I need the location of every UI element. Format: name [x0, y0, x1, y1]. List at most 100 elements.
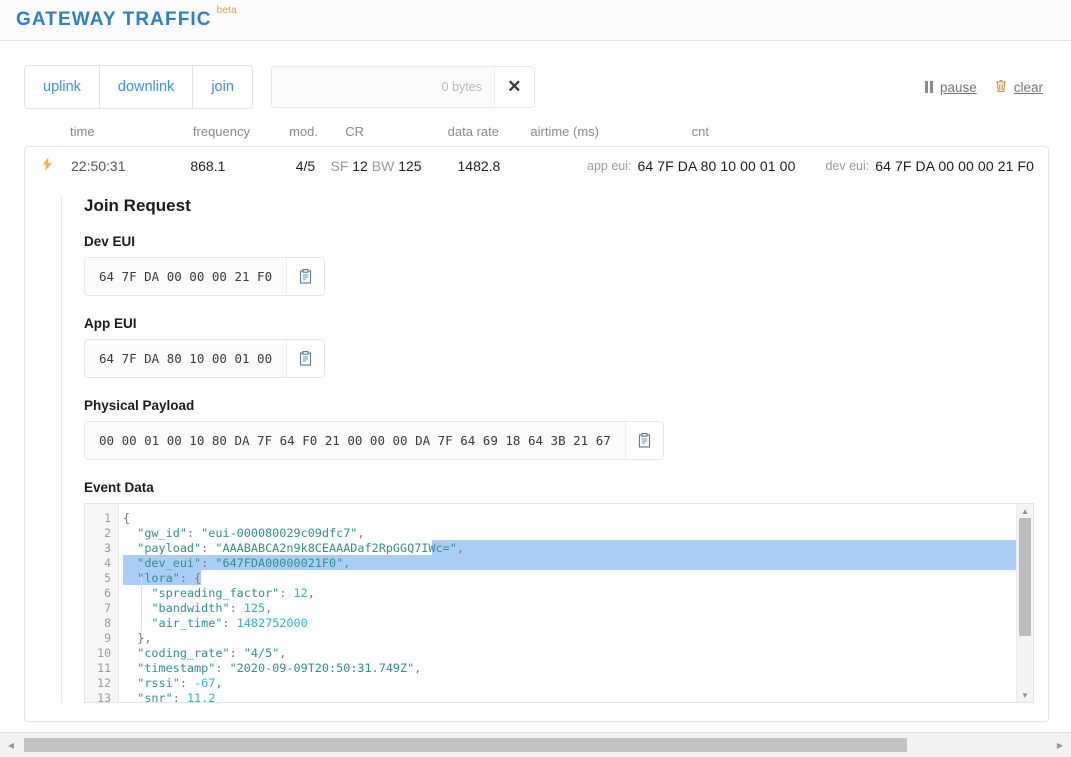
column-header-time: time [70, 124, 95, 139]
app-eui-value: 64 7F DA 80 10 00 01 00 [85, 340, 287, 377]
content-area: uplink downlink join ✕ pause [0, 42, 1071, 722]
clear-label: clear [1013, 79, 1043, 95]
code-line: "snr": 11.2 [137, 691, 216, 702]
row-app-eui-value: 64 7F DA 80 10 00 01 00 [637, 157, 796, 174]
line-number: 2 [104, 526, 111, 540]
app-title: GATEWAY TRAFFIC [16, 9, 212, 30]
row-dev-eui-value: 64 7F DA 00 00 00 21 F0 [875, 157, 1034, 174]
code-line: "dev_eui": "647FDA00000021F0", [137, 556, 351, 570]
row-eui-block: app eui: 64 7F DA 80 10 00 01 00 dev eui… [587, 158, 1034, 174]
bw-label: BW [371, 157, 395, 174]
traffic-card: 22:50:31 868.1 4/5 SF 12 BW 125 1482.8 a… [24, 146, 1049, 722]
table-row[interactable]: 22:50:31 868.1 4/5 SF 12 BW 125 1482.8 a… [25, 147, 1048, 184]
line-number: 3 [104, 541, 111, 555]
scroll-right-arrow[interactable]: ▶ [1049, 741, 1071, 750]
scroll-down-arrow[interactable]: ▼ [1017, 688, 1033, 702]
copy-payload-button[interactable] [624, 422, 663, 459]
code-line: "rssi": -67, [137, 676, 223, 690]
physical-payload-value: 00 00 01 00 10 80 DA 7F 64 F0 21 00 00 0… [85, 422, 625, 459]
vertical-scroll-thumb[interactable] [1019, 518, 1031, 636]
pause-button[interactable]: pause [924, 79, 977, 95]
editor-code-area[interactable]: { "gw_id": "eui-000080029c09dfc7", "payl… [119, 504, 1016, 702]
scroll-left-arrow[interactable]: ◀ [0, 741, 22, 750]
message-detail-panel: Join Request Dev EUI 64 7F DA 00 00 00 2… [25, 184, 1048, 721]
beta-badge: beta [216, 5, 237, 16]
line-number: 4 [104, 556, 111, 570]
column-header-data-rate: data rate [447, 124, 499, 139]
toolbar-actions: pause clear [924, 79, 1049, 95]
app-eui-label: App EUI [84, 316, 137, 331]
code-line: "timestamp": "2020-09-09T20:50:31.749Z", [137, 661, 422, 675]
scroll-up-arrow[interactable]: ▲ [1017, 504, 1033, 518]
copy-app-eui-button[interactable] [286, 340, 325, 377]
bw-value: 125 [398, 157, 422, 174]
code-line: "coding_rate": "4/5", [137, 646, 287, 660]
app-header: GATEWAY TRAFFIC beta [0, 0, 1071, 41]
line-number: 1 [104, 511, 111, 525]
pause-label: pause [939, 79, 977, 95]
dev-eui-label: Dev EUI [84, 234, 136, 249]
line-number: 8 [104, 616, 111, 630]
detail-title: Join Request [84, 196, 191, 215]
sf-label: SF [330, 157, 349, 174]
code-line: "payload": "AAABABCA2n9k8CEAAADaf2RpGGQ7… [137, 541, 464, 555]
row-dev-eui-label: dev eui: [825, 158, 870, 173]
filter-uplink-button[interactable]: uplink [25, 66, 100, 108]
cell-data-rate: SF 12 BW 125 [315, 158, 421, 174]
payload-filter-wrap: ✕ [270, 66, 535, 108]
clear-filter-button[interactable]: ✕ [493, 67, 534, 107]
traffic-toolbar: uplink downlink join ✕ pause [24, 65, 1049, 109]
message-detail-inner: Join Request Dev EUI 64 7F DA 00 00 00 2… [61, 196, 1034, 703]
line-number: 5 [104, 571, 111, 585]
code-line: }, [137, 631, 152, 645]
clipboard-icon [299, 269, 312, 284]
column-header-mod: mod. [289, 124, 318, 139]
column-header-airtime: airtime (ms) [530, 124, 599, 139]
clear-button[interactable]: clear [995, 79, 1043, 95]
cell-frequency: 868.1 [190, 157, 226, 174]
horizontal-scroll-track[interactable] [22, 738, 1049, 752]
line-number: 12 [97, 676, 111, 690]
payload-filter-input[interactable] [271, 67, 494, 107]
editor-gutter: 1 2 3 4 5 6 7 8 9 10 11 12 13 [85, 504, 119, 702]
cell-airtime: 1482.8 [457, 157, 501, 174]
column-header-cr: CR [345, 124, 364, 139]
physical-payload-label: Physical Payload [84, 398, 195, 413]
page-body: uplink downlink join ✕ pause [0, 42, 1071, 757]
filter-join-button[interactable]: join [193, 66, 252, 108]
line-number: 11 [97, 661, 111, 675]
line-number: 10 [97, 646, 111, 660]
app-eui-field: 64 7F DA 80 10 00 01 00 [84, 339, 326, 378]
dev-eui-field: 64 7F DA 00 00 00 21 F0 [84, 257, 326, 296]
sf-value: 12 [352, 157, 368, 174]
cell-cr: 4/5 [295, 157, 316, 174]
cell-time: 22:50:31 [71, 157, 126, 174]
page-horizontal-scrollbar[interactable]: ◀ ▶ [0, 732, 1071, 757]
line-number: 9 [104, 631, 111, 645]
physical-payload-field: 00 00 01 00 10 80 DA 7F 64 F0 21 00 00 0… [84, 421, 664, 460]
editor-vertical-scrollbar[interactable]: ▲ ▼ [1016, 504, 1033, 702]
code-line: { [123, 511, 131, 525]
line-number: 13 [97, 691, 111, 703]
column-header-frequency: frequency [192, 124, 250, 139]
dev-eui-value: 64 7F DA 00 00 00 21 F0 [85, 258, 287, 295]
code-line: "bandwidth": 125, [151, 601, 273, 615]
column-header-cnt: cnt [691, 124, 709, 139]
line-number: 6 [104, 586, 111, 600]
horizontal-scroll-thumb[interactable] [24, 738, 908, 752]
filter-downlink-button[interactable]: downlink [99, 66, 194, 108]
copy-dev-eui-button[interactable] [286, 258, 325, 295]
line-number: 7 [104, 601, 111, 615]
pause-icon [924, 81, 933, 93]
row-app-eui-label: app eui: [587, 158, 632, 173]
trash-icon [995, 79, 1007, 95]
code-line: "air_time": 1482752000 [151, 616, 308, 630]
traffic-table-header: time frequency mod. CR data rate airtime… [24, 124, 1049, 146]
code-line: "gw_id": "eui-000080029c09dfc7", [137, 526, 365, 540]
clipboard-icon [638, 433, 651, 448]
event-data-label: Event Data [84, 480, 154, 495]
code-line: "spreading_factor": 12, [151, 586, 315, 600]
event-data-editor[interactable]: 1 2 3 4 5 6 7 8 9 10 11 12 13 { "gw_id": "eui-000080… [84, 503, 1034, 703]
join-bolt-icon [39, 157, 55, 174]
message-type-filter-group: uplink downlink join [24, 65, 253, 109]
